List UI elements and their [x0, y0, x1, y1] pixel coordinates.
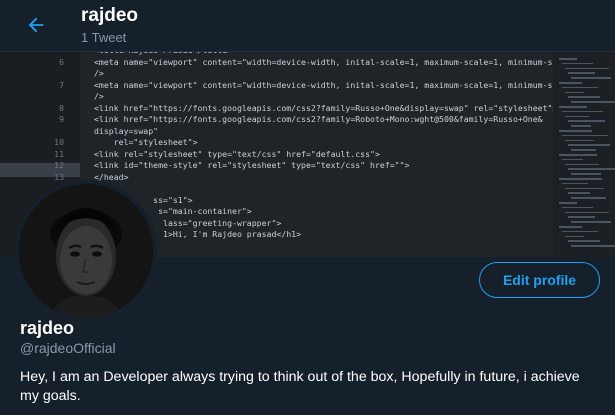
line-number: 11: [54, 148, 64, 159]
code-text: rel="stylesheet">: [94, 137, 198, 147]
code-line: 7 <meta name="viewport" content="width=de…: [0, 79, 587, 91]
profile-name: rajdeo: [20, 318, 75, 338]
minimap-line: [559, 202, 577, 204]
minimap-line: [562, 134, 608, 137]
minimap-line: [562, 158, 583, 161]
code-text: <link href="https://fonts.googleapis.com…: [94, 102, 558, 113]
code-line: 9 <link href="https://fonts.googleapis.co…: [0, 113, 560, 125]
top-header: rajdeo 1 Tweet: [0, 0, 615, 52]
minimap-line: [571, 149, 596, 151]
minimap-line: [559, 130, 592, 132]
minimap-line: [568, 96, 600, 98]
minimap-line: [568, 120, 605, 122]
minimap-line: [571, 173, 601, 175]
code-line: 10 rel="stylesheet">: [0, 136, 560, 148]
code-text: <meta name="viewport" content="width=dev…: [94, 56, 587, 67]
avatar[interactable]: [15, 180, 157, 322]
minimap-line: [565, 139, 594, 142]
minimap-line: [559, 58, 577, 60]
minimap-line: [562, 182, 588, 185]
code-text: <link href="https://fonts.googleapis.com…: [94, 114, 543, 124]
arrow-left-icon: [28, 17, 44, 33]
minimap-line: [562, 110, 603, 113]
minimap-line: [559, 178, 602, 180]
code-line: />: [0, 67, 560, 79]
profile-page: rajdeo 1 Tweet <title>Rajdeo Prasad</tit…: [0, 0, 615, 415]
minimap-line: [565, 187, 604, 190]
code-text: <meta name="viewport" content="width=dev…: [94, 79, 587, 90]
line-number: 12: [54, 160, 64, 170]
edit-profile-button[interactable]: Edit profile: [479, 262, 600, 298]
editor-minimap: [553, 52, 615, 257]
minimap-line: [571, 77, 611, 79]
minimap-line: [565, 163, 599, 166]
minimap-line: [562, 206, 593, 209]
minimap-line: [565, 91, 584, 94]
minimap-line: [565, 115, 589, 118]
header-title: rajdeo: [81, 5, 139, 26]
minimap-line: [559, 226, 582, 228]
profile-handle: @rajdeoOfficial: [20, 340, 116, 356]
minimap-line: [562, 230, 598, 233]
minimap-line: [568, 240, 600, 242]
line-number: 13: [54, 171, 64, 182]
minimap-line: [559, 106, 587, 108]
profile-bio: Hey, I am an Developer always trying to …: [20, 369, 580, 404]
minimap-line: [565, 235, 584, 238]
code-line: 8 <link href="https://fonts.googleapis.co…: [0, 102, 560, 114]
code-text: />: [94, 91, 104, 101]
code-text: display=swap": [94, 125, 159, 136]
line-number: 6: [59, 56, 64, 67]
code-line: />: [0, 90, 560, 102]
minimap-line: [568, 192, 590, 194]
minimap-line: [562, 62, 593, 65]
minimap-line: [559, 154, 597, 156]
minimap-line: [568, 144, 610, 146]
line-number: 10: [54, 137, 64, 147]
avatar-photo: [19, 184, 153, 318]
code-line: display=swap": [0, 125, 560, 137]
line-number: 7: [59, 79, 64, 90]
minimap-line: [571, 197, 606, 199]
minimap-line: [568, 216, 595, 218]
person-portrait-icon: [19, 184, 153, 318]
minimap-line: [565, 211, 609, 214]
minimap-line: [559, 82, 582, 84]
minimap-line: [571, 221, 611, 223]
code-line: 11 <link rel="stylesheet" type="text/css"…: [0, 148, 560, 160]
line-number: 8: [59, 102, 64, 113]
minimap-line: [565, 67, 609, 70]
tweet-count: 1 Tweet: [81, 30, 127, 45]
code-text: <link id="theme-style" rel="stylesheet" …: [94, 160, 410, 170]
minimap-line: [571, 125, 591, 127]
minimap-line: [571, 101, 615, 103]
code-line: 6 <meta name="viewport" content="width=de…: [0, 56, 587, 68]
line-number: 9: [59, 114, 64, 124]
code-text: <link rel="stylesheet" type="text/css" h…: [94, 148, 380, 159]
code-text: />: [94, 68, 104, 78]
code-line: 12 <link id="theme-style" rel="stylesheet…: [0, 159, 560, 171]
minimap-line: [571, 245, 615, 247]
minimap-line: [568, 72, 595, 74]
minimap-line: [562, 86, 598, 89]
minimap-line: [568, 168, 615, 170]
back-button[interactable]: [19, 8, 53, 42]
